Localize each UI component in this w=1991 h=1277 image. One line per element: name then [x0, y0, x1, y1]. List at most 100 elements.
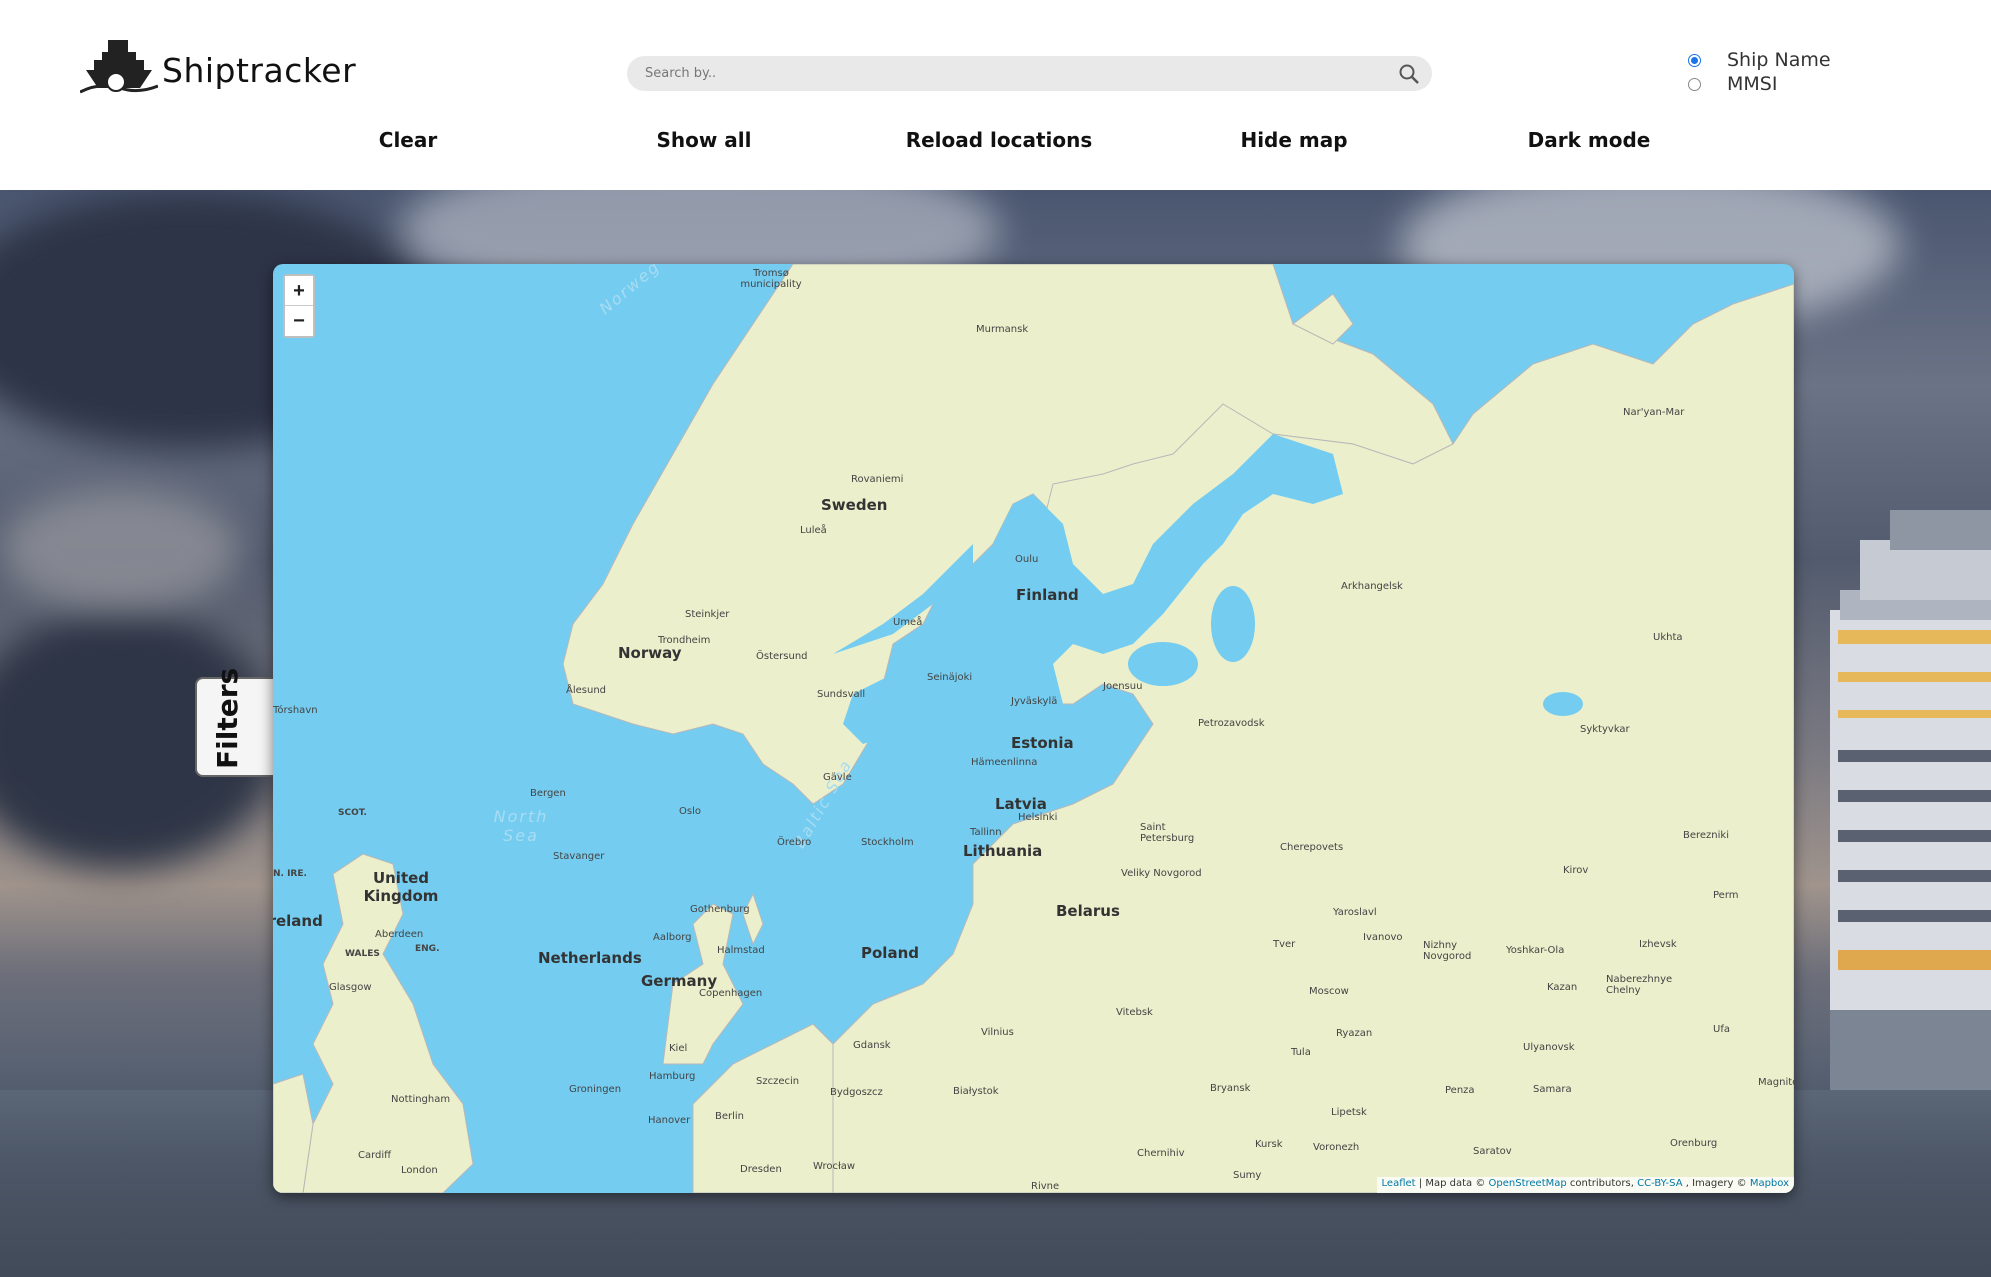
- header: Shiptracker Ship Name MMSI Clear Show al…: [0, 0, 1991, 190]
- city-moscow: Moscow: [1309, 986, 1349, 997]
- city-izhevsk: Izhevsk: [1639, 939, 1677, 950]
- city-tallinn: Tallinn: [970, 827, 1002, 838]
- ship-name-radio[interactable]: [1688, 53, 1701, 67]
- city-umea: Umeå: [893, 617, 923, 628]
- city-yoshkar-ola: Yoshkar-Ola: [1506, 945, 1565, 956]
- label-wales: WALES: [345, 949, 380, 959]
- city-trondheim: Trondheim: [658, 635, 711, 646]
- radio-option-mmsi[interactable]: MMSI: [1688, 72, 1831, 96]
- city-szczecin: Szczecin: [756, 1076, 800, 1087]
- search-input[interactable]: [645, 62, 1365, 85]
- city-naryan-mar: Nar'yan-Mar: [1623, 407, 1685, 418]
- city-ukhta: Ukhta: [1653, 632, 1683, 643]
- filters-label[interactable]: Filters: [211, 668, 244, 769]
- leaflet-link[interactable]: Leaflet: [1382, 1178, 1416, 1189]
- city-hanover: Hanover: [648, 1115, 691, 1126]
- zoom-out-button[interactable]: −: [285, 306, 313, 336]
- city-rivne: Rivne: [1031, 1181, 1060, 1192]
- cruise-ship-image: [1830, 510, 1991, 1090]
- nav-bar: Clear Show all Reload locations Hide map…: [0, 128, 1991, 164]
- label-scotland: SCOT.: [338, 808, 367, 818]
- zoom-control: + −: [283, 274, 315, 338]
- logo[interactable]: Shiptracker: [80, 36, 356, 96]
- label-england: ENG.: [415, 944, 440, 954]
- city-petrozavodsk: Petrozavodsk: [1198, 718, 1265, 729]
- clear-button[interactable]: Clear: [379, 128, 437, 152]
- city-london: London: [401, 1165, 438, 1176]
- filters-tab[interactable]: Filters: [195, 668, 273, 777]
- map-attribution: Leaflet | Map data © OpenStreetMap contr…: [1376, 1177, 1794, 1193]
- city-rovaniemi: Rovaniemi: [851, 474, 904, 485]
- search-mode-radio-group: Ship Name MMSI: [1688, 48, 1831, 96]
- reload-locations-button[interactable]: Reload locations: [906, 128, 1093, 152]
- city-groningen: Groningen: [569, 1084, 622, 1095]
- city-berezniki: Berezniki: [1683, 830, 1729, 841]
- city-kursk: Kursk: [1255, 1139, 1283, 1150]
- city-gdansk: Gdansk: [853, 1040, 891, 1051]
- city-jyvaskyla: Jyväskylä: [1011, 696, 1058, 707]
- city-sundsvall: Sundsvall: [817, 689, 866, 700]
- city-steinkjer: Steinkjer: [685, 609, 730, 620]
- city-kiel: Kiel: [669, 1043, 688, 1054]
- city-vilnius: Vilnius: [981, 1027, 1014, 1038]
- cc-by-sa-link[interactable]: CC-BY-SA: [1637, 1178, 1682, 1189]
- mapbox-link[interactable]: Mapbox: [1750, 1178, 1789, 1189]
- city-syktyvkar: Syktyvkar: [1580, 724, 1630, 735]
- city-naberezhnye-chelny: Naberezhnye Chelny: [1606, 974, 1673, 996]
- city-stavanger: Stavanger: [553, 851, 605, 862]
- dark-mode-button[interactable]: Dark mode: [1528, 128, 1651, 152]
- city-glasgow: Glasgow: [329, 982, 372, 993]
- label-latvia: Latvia: [995, 795, 1047, 813]
- ship-name-radio-label[interactable]: Ship Name: [1727, 49, 1831, 71]
- city-saint-petersburg: Saint Petersburg: [1140, 822, 1195, 844]
- city-orenburg: Orenburg: [1670, 1138, 1718, 1149]
- attribution-contributors: contributors,: [1569, 1178, 1634, 1189]
- city-bydgoszcz: Bydgoszcz: [830, 1087, 883, 1098]
- search-icon[interactable]: [1398, 63, 1420, 85]
- city-cardiff: Cardiff: [358, 1150, 392, 1161]
- city-berlin: Berlin: [715, 1111, 745, 1122]
- city-vitebsk: Vitebsk: [1116, 1007, 1153, 1018]
- city-hamburg: Hamburg: [649, 1071, 696, 1082]
- radio-option-ship-name[interactable]: Ship Name: [1688, 48, 1831, 72]
- hide-map-button[interactable]: Hide map: [1240, 128, 1347, 152]
- city-copenhagen: Copenhagen: [699, 988, 763, 999]
- city-cherepovets: Cherepovets: [1280, 842, 1344, 853]
- city-aberdeen: Aberdeen: [375, 929, 424, 940]
- city-nottingham: Nottingham: [391, 1094, 451, 1105]
- city-dresden: Dresden: [740, 1164, 782, 1175]
- label-lithuania: Lithuania: [963, 842, 1043, 860]
- city-lipetsk: Lipetsk: [1331, 1107, 1367, 1118]
- city-chernihiv: Chernihiv: [1137, 1148, 1185, 1159]
- search-bar: [627, 56, 1432, 91]
- label-north-sea: North Sea: [493, 807, 549, 845]
- city-oulu: Oulu: [1015, 554, 1039, 565]
- city-bialystok: Białystok: [953, 1086, 999, 1097]
- city-bergen: Bergen: [530, 788, 566, 799]
- city-aalborg: Aalborg: [653, 932, 692, 943]
- logo-text: Shiptracker: [162, 50, 357, 90]
- mmsi-radio[interactable]: [1688, 77, 1701, 91]
- attribution-imagery: , Imagery ©: [1685, 1178, 1747, 1189]
- label-finland: Finland: [1016, 586, 1079, 604]
- label-united-kingdom: United Kingdom: [363, 869, 439, 905]
- city-gavle: Gävle: [823, 772, 852, 783]
- label-belarus: Belarus: [1056, 902, 1120, 920]
- city-saratov: Saratov: [1473, 1146, 1512, 1157]
- city-sumy: Sumy: [1233, 1170, 1262, 1181]
- show-all-button[interactable]: Show all: [656, 128, 751, 152]
- city-seinajoki: Seinäjoki: [927, 672, 973, 683]
- city-tver: Tver: [1273, 939, 1296, 950]
- city-yaroslavl: Yaroslavl: [1333, 907, 1377, 918]
- city-ivanovo: Ivanovo: [1363, 932, 1403, 943]
- city-ufa: Ufa: [1713, 1024, 1730, 1035]
- city-halmstad: Halmstad: [717, 945, 765, 956]
- city-voronezh: Voronezh: [1313, 1142, 1360, 1153]
- zoom-in-button[interactable]: +: [285, 276, 313, 306]
- map[interactable]: Sweden Finland Norway Estonia Latvia Lit…: [273, 264, 1794, 1193]
- openstreetmap-link[interactable]: OpenStreetMap: [1489, 1178, 1567, 1189]
- city-bryansk: Bryansk: [1210, 1083, 1251, 1094]
- city-hameenlinna: Hämeenlinna: [971, 757, 1038, 768]
- city-joensuu: Joensuu: [1103, 681, 1143, 692]
- mmsi-radio-label[interactable]: MMSI: [1727, 73, 1777, 95]
